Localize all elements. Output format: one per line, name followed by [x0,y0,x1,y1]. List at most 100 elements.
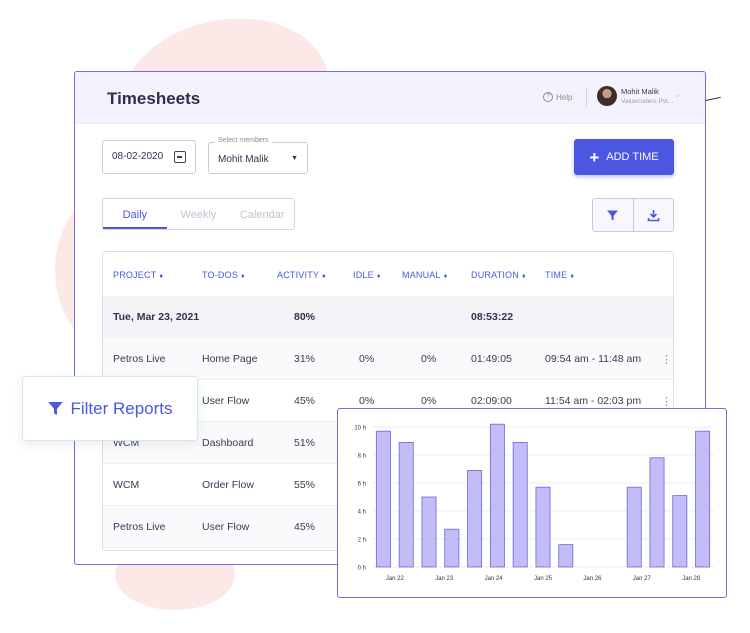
group-duration: 08:53:22 [471,311,514,323]
col-header-duration[interactable]: DURATION ♦ [471,270,526,280]
sort-icon: ♦ [570,273,575,280]
sort-icon: ♦ [443,273,448,280]
hours-chart-card: 0 h 2 h 4 h 6 h 8 h 10 h Jan 22 Jan 23 Jan 24 Jan… [337,408,727,598]
sort-icon: ♦ [521,273,526,280]
cell-activity: 51% [294,437,316,449]
filter-reports-label: Filter Reports [70,398,173,418]
cell-manual: 0% [421,395,437,407]
chart-bar [398,442,414,568]
chart-bar [649,457,665,568]
date-picker[interactable]: 08-02-2020 [102,140,196,174]
help-icon: ? [543,92,553,102]
cell-todo: User Flow [202,521,250,533]
caret-down-icon: ▼ [291,155,298,162]
x-tick-label: Jan 24 [485,576,504,582]
cell-activity: 31% [294,353,316,365]
hours-bar-chart: 0 h 2 h 4 h 6 h 8 h 10 h Jan 22 Jan 23 Jan 24 Jan… [354,423,714,582]
y-tick-label: 10 h [354,426,366,432]
sort-icon: ♦ [322,273,326,280]
col-header-activity[interactable]: ACTIVITY ♦ [277,270,326,280]
chart-bar [489,423,505,568]
members-legend: Select members [215,137,272,144]
col-header-project[interactable]: PROJECT ♦ [113,270,163,280]
cell-todo: Home Page [202,353,258,365]
more-options-icon[interactable]: ⋮ [661,353,672,366]
table-header: PROJECT ♦ TO-DOS ♦ ACTIVITY ♦ IDLE ♦ MANUAL ♦… [103,252,673,296]
view-tabs: Daily Weekly Calendar [102,198,295,230]
plus-icon: + [589,147,600,167]
col-header-manual[interactable]: MANUAL ♦ [402,270,448,280]
user-name[interactable]: Mohit Malik [621,87,659,96]
tab-weekly[interactable]: Weekly [167,199,231,229]
col-header-idle[interactable]: IDLE ♦ [353,270,381,280]
col-header-time[interactable]: TIME ♦ [545,270,574,280]
table-row[interactable]: Petros Live Home Page 31% 0% 0% 01:49:05… [103,338,673,380]
x-tick-label: Jan 28 [682,576,701,582]
cell-project: Petros Live [113,353,166,365]
y-tick-label: 0 h [358,566,366,572]
x-tick-label: Jan 26 [583,576,602,582]
help-link[interactable]: ? Help [543,92,572,102]
chart-bar [558,544,574,568]
download-button[interactable] [632,199,674,231]
cell-todo: Order Flow [202,479,254,491]
sort-icon: ♦ [376,273,381,280]
cell-todo: Dashboard [202,437,254,449]
group-date: Tue, Mar 23, 2021 [113,311,200,323]
chart-bar [672,495,688,568]
sort-icon: ♦ [159,273,164,280]
avatar[interactable] [597,86,617,106]
cell-idle: 0% [359,395,375,407]
x-tick-label: Jan 27 [633,576,652,582]
filter-reports-card[interactable]: Filter Reports [22,376,198,441]
cell-activity: 55% [294,479,316,491]
cell-todo: User Flow [202,395,250,407]
stage: Timesheets ? Help Mohit Malik Valuecoder… [0,0,750,633]
chart-bar [444,528,460,568]
chart-bar [467,470,483,568]
date-value: 08-02-2020 [112,151,164,162]
cell-duration: 01:49:05 [471,353,512,365]
chart-bar [375,430,391,568]
filter-button[interactable] [593,199,633,231]
cell-time: 09:54 am - 11:48 am [545,353,642,365]
cell-duration: 02:09:00 [471,395,512,407]
add-time-label: ADD TIME [606,151,659,163]
y-tick-label: 6 h [358,482,366,488]
more-options-icon[interactable]: ⋮ [661,395,672,408]
x-tick-label: Jan 23 [435,576,454,582]
help-label: Help [556,92,573,102]
chart-bar [512,442,528,568]
filter-icon [607,210,619,220]
cell-project: WCM [113,479,140,491]
group-activity: 80% [294,311,316,323]
cell-manual: 0% [421,353,437,365]
date-group-row: Tue, Mar 23, 2021 80% 08:53:22 [103,296,673,338]
cell-idle: 0% [359,353,375,365]
chart-bar [535,486,551,568]
page-title: Timesheets [107,89,201,108]
download-icon [647,209,660,221]
cell-activity: 45% [294,395,316,407]
user-org: Valuecoders Pvt... [621,98,674,105]
y-tick-label: 8 h [358,454,366,460]
divider [586,88,587,106]
calendar-icon[interactable] [174,151,186,163]
top-bar: Timesheets ? Help Mohit Malik Valuecoder… [75,72,705,124]
x-tick-label: Jan 25 [534,576,553,582]
members-select[interactable]: Select members Mohit Malik ▼ [208,137,308,174]
filter-icon [48,401,64,416]
chevron-down-icon[interactable]: ⌵ [675,92,680,100]
sort-icon: ♦ [241,273,245,280]
y-tick-label: 2 h [358,538,366,544]
x-tick-label: Jan 22 [386,576,405,582]
add-time-button[interactable]: + ADD TIME [574,139,674,175]
cell-activity: 45% [294,521,316,533]
members-value: Mohit Malik [218,154,269,165]
col-header-todos[interactable]: TO-DOS ♦ [202,270,245,280]
tab-daily[interactable]: Daily [103,199,167,229]
cell-project: Petros Live [113,521,166,533]
cell-time: 11:54 am - 02:03 pm [545,395,642,407]
chart-bar [421,496,437,568]
tab-calendar[interactable]: Calendar [230,199,294,229]
